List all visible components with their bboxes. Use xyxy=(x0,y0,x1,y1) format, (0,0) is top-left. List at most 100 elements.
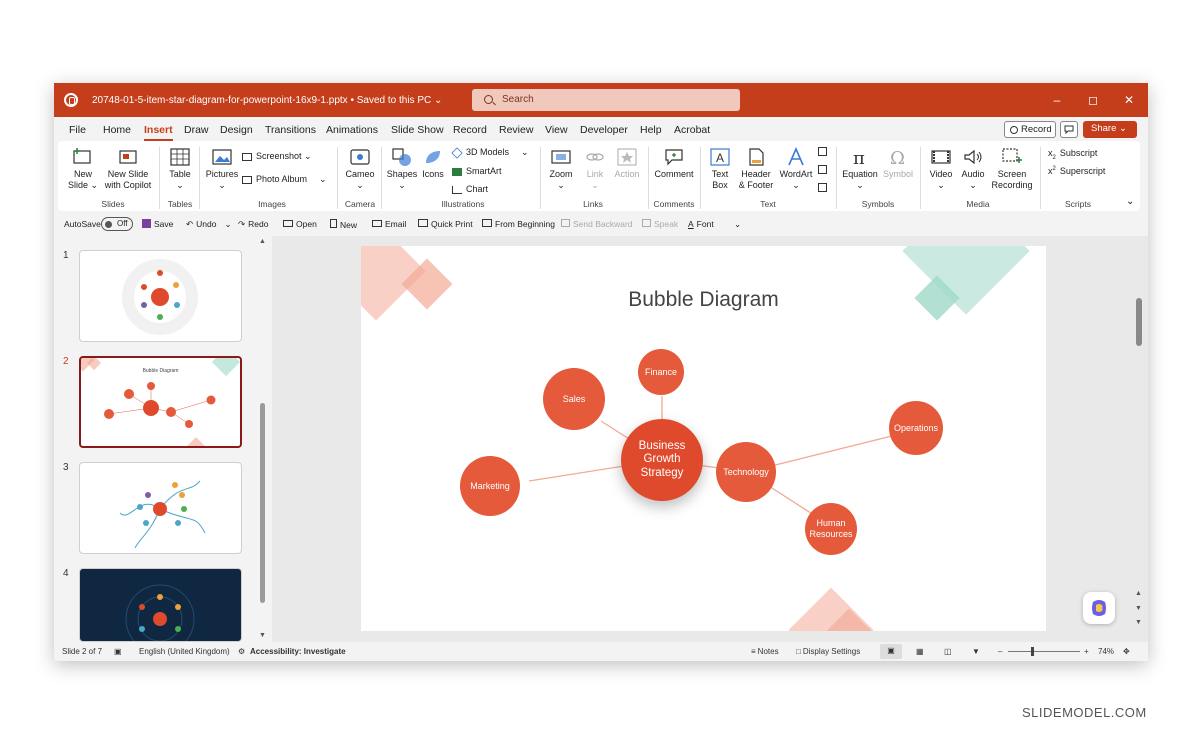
reading-view-icon[interactable]: ◫ xyxy=(944,647,952,656)
normal-view-icon[interactable]: ▣ xyxy=(880,644,902,659)
zoom-out-icon[interactable]: – xyxy=(998,647,1002,656)
tab-help[interactable]: Help xyxy=(640,124,662,136)
editor-scrollbar[interactable] xyxy=(1136,298,1142,346)
photo-album-button[interactable]: Photo Album ⌄ xyxy=(242,174,327,185)
thumbnails-scrollbar[interactable] xyxy=(260,403,265,603)
tab-slide-show[interactable]: Slide Show xyxy=(391,124,444,136)
chevron-down-icon[interactable]: ⌄ xyxy=(521,147,529,157)
tab-animations[interactable]: Animations xyxy=(326,124,378,136)
tab-record[interactable]: Record xyxy=(453,124,487,136)
slide-canvas[interactable]: Bubble Diagram Business Growth Strategy … xyxy=(361,246,1046,631)
date-time-icon[interactable] xyxy=(818,147,827,158)
tab-developer[interactable]: Developer xyxy=(580,124,628,136)
screen-recording-button[interactable]: Screen Recording xyxy=(990,147,1034,191)
close-icon[interactable]: ✕ xyxy=(1122,93,1136,107)
bubble-center[interactable]: Business Growth Strategy xyxy=(621,419,703,501)
slide-thumbnail-1[interactable] xyxy=(79,250,242,342)
video-button[interactable]: Video ⌄ xyxy=(926,147,956,191)
slide-sorter-icon[interactable]: ▦ xyxy=(916,647,924,656)
tab-draw[interactable]: Draw xyxy=(184,124,209,136)
wordart-button[interactable]: WordArt ⌄ xyxy=(778,147,814,191)
autosave-toggle[interactable]: Off xyxy=(101,217,133,231)
screenshot-button[interactable]: Screenshot ⌄ xyxy=(242,151,312,162)
send-backward-button[interactable]: Send Backward xyxy=(561,219,633,229)
zoom-level[interactable]: 74% xyxy=(1098,647,1114,656)
from-beginning-button[interactable]: From Beginning xyxy=(482,219,555,229)
next-slide-icon[interactable]: ▼ xyxy=(1135,619,1142,626)
pictures-button[interactable]: Pictures ⌄ xyxy=(204,147,240,191)
bubble-sales[interactable]: Sales xyxy=(543,368,605,430)
ribbon-collapse-chevron-icon[interactable]: ⌄ xyxy=(1126,196,1134,207)
scroll-up-icon[interactable]: ▲ xyxy=(259,238,266,245)
symbol-button[interactable]: Ω Symbol xyxy=(882,147,914,180)
header-footer-button[interactable]: Header & Footer xyxy=(738,147,774,191)
minimize-icon[interactable]: – xyxy=(1050,93,1064,107)
file-name[interactable]: 20748-01-5-item-star-diagram-for-powerpo… xyxy=(92,95,442,106)
slide-thumbnail-4[interactable] xyxy=(79,568,242,642)
tab-file[interactable]: File xyxy=(69,124,86,136)
slide-show-icon[interactable]: ▼ xyxy=(972,647,980,656)
slide-thumbnail-3[interactable] xyxy=(79,462,242,554)
object-icon[interactable] xyxy=(818,183,827,194)
accessibility-status[interactable]: Accessibility: Investigate xyxy=(250,647,346,656)
zoom-in-icon[interactable]: + xyxy=(1084,647,1089,656)
display-settings-button[interactable]: □ Display Settings xyxy=(796,647,860,656)
equation-button[interactable]: π Equation ⌄ xyxy=(842,147,878,191)
quick-print-button[interactable]: Quick Print xyxy=(418,219,473,229)
bubble-marketing[interactable]: Marketing xyxy=(460,456,520,516)
slide-number-icon[interactable] xyxy=(818,165,827,176)
slide-thumbnail-2[interactable]: Bubble Diagram xyxy=(79,356,242,448)
customize-qat-chevron-icon[interactable]: ⌄ xyxy=(734,219,741,230)
tab-transitions[interactable]: Transitions xyxy=(265,124,316,136)
smartart-button[interactable]: SmartArt xyxy=(452,166,502,176)
new-slide-copilot-button[interactable]: New Slide with Copilot xyxy=(102,147,154,191)
record-button[interactable]: Record xyxy=(1004,121,1056,138)
tab-acrobat[interactable]: Acrobat xyxy=(674,124,710,136)
tab-design[interactable]: Design xyxy=(220,124,253,136)
superscript-button[interactable]: x2 Superscript xyxy=(1048,166,1105,176)
scroll-down-icon[interactable]: ▼ xyxy=(259,632,266,639)
undo-button[interactable]: ↶ Undo ⌄ xyxy=(186,219,232,230)
font-button[interactable]: A Font xyxy=(688,219,714,229)
bubble-human-resources[interactable]: Human Resources xyxy=(805,503,857,555)
shapes-button[interactable]: Shapes ⌄ xyxy=(386,147,418,191)
speak-button[interactable]: Speak xyxy=(642,219,678,229)
scroll-up-icon[interactable]: ▲ xyxy=(1135,590,1142,597)
fit-to-window-icon[interactable]: ✥ xyxy=(1123,647,1130,656)
tab-insert[interactable]: Insert xyxy=(144,124,173,141)
comment-button[interactable]: Comment xyxy=(652,147,696,180)
zoom-slider-thumb[interactable] xyxy=(1031,647,1034,656)
zoom-slider-track[interactable] xyxy=(1008,651,1080,652)
bubble-operations[interactable]: Operations xyxy=(889,401,943,455)
tab-review[interactable]: Review xyxy=(499,124,533,136)
icons-button[interactable]: Icons xyxy=(420,147,446,180)
zoom-button[interactable]: Zoom ⌄ xyxy=(546,147,576,191)
action-button[interactable]: Action xyxy=(612,147,642,180)
audio-button[interactable]: Audio ⌄ xyxy=(958,147,988,191)
notes-button[interactable]: ≡ Notes xyxy=(751,647,779,656)
maximize-icon[interactable]: ◻ xyxy=(1086,93,1100,107)
previous-slide-icon[interactable]: ▼ xyxy=(1135,605,1142,612)
open-button[interactable]: Open xyxy=(283,219,317,229)
email-button[interactable]: Email xyxy=(372,219,406,229)
cameo-button[interactable]: Cameo ⌄ xyxy=(342,147,378,191)
language[interactable]: English (United Kingdom) xyxy=(139,647,230,656)
slide-title[interactable]: Bubble Diagram xyxy=(361,288,1046,312)
share-button[interactable]: Share ⌄ xyxy=(1083,121,1137,138)
table-button[interactable]: Table ⌄ xyxy=(164,147,196,191)
bubble-finance[interactable]: Finance xyxy=(638,349,684,395)
chevron-down-icon[interactable]: ⌄ xyxy=(224,219,231,229)
save-button[interactable]: Save xyxy=(142,219,173,229)
copilot-button[interactable] xyxy=(1083,592,1115,624)
link-button[interactable]: Link ⌄ xyxy=(580,147,610,191)
redo-button[interactable]: ↷ Redo xyxy=(238,219,268,230)
text-box-button[interactable]: A Text Box xyxy=(706,147,734,191)
tab-view[interactable]: View xyxy=(545,124,568,136)
spellcheck-icon[interactable]: ▣ xyxy=(114,647,122,656)
comments-button[interactable] xyxy=(1060,121,1078,138)
search-box[interactable]: Search xyxy=(472,89,740,111)
new-button[interactable]: New xyxy=(330,219,357,230)
3d-models-button[interactable]: 3D Models ⌄ xyxy=(451,146,529,159)
new-slide-button[interactable]: New Slide ⌄ xyxy=(68,147,98,191)
chart-button[interactable]: Chart xyxy=(452,184,488,194)
